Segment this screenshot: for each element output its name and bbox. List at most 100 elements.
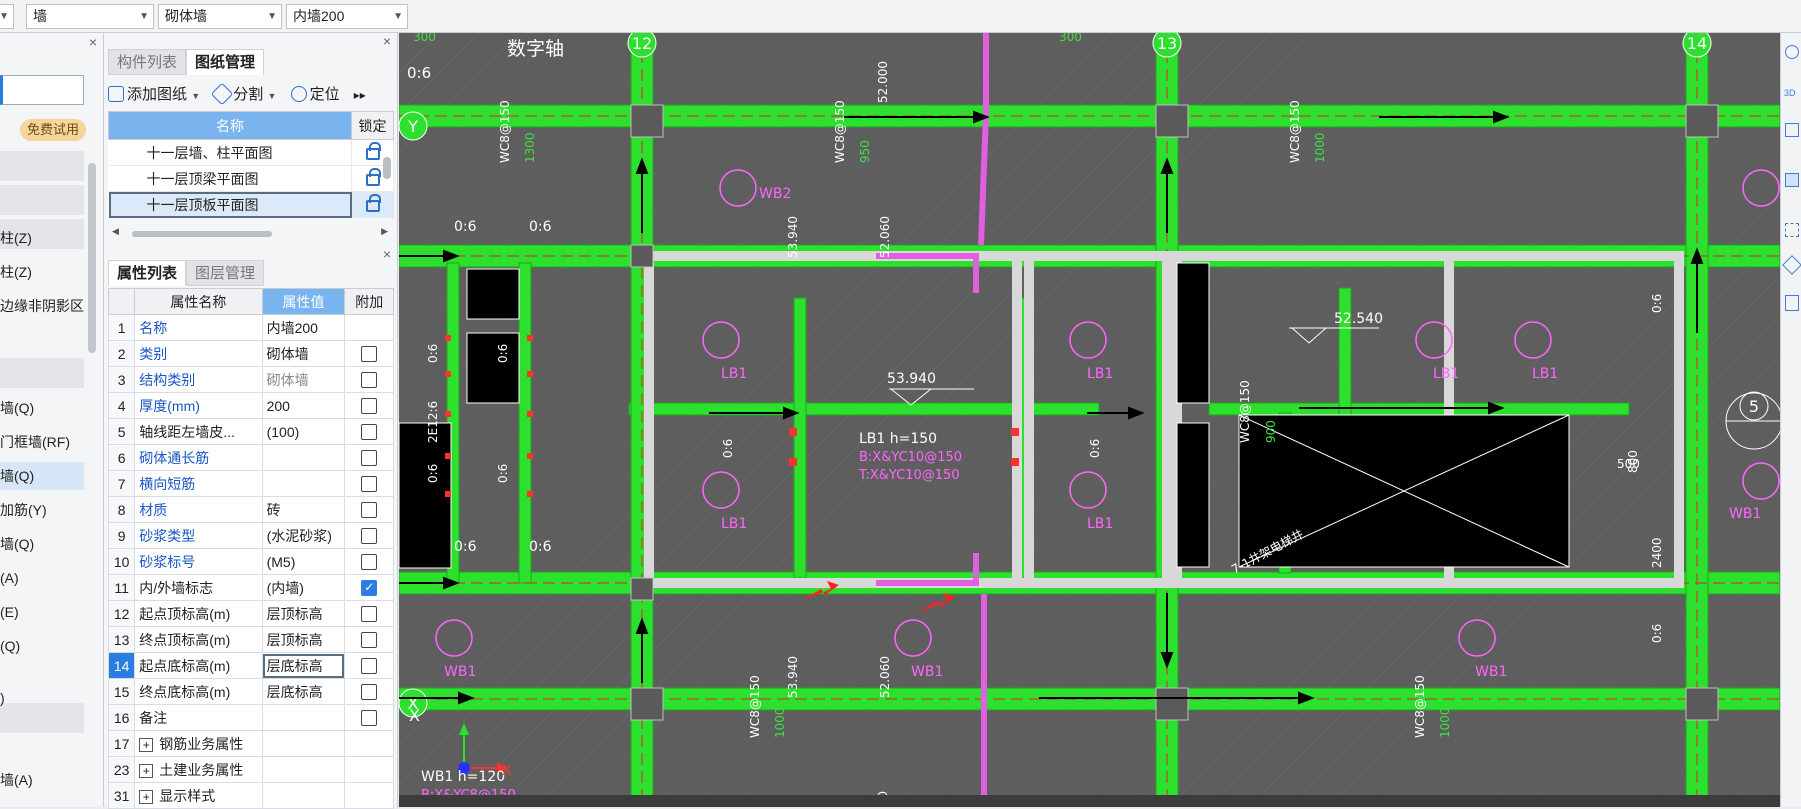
property-extra[interactable] <box>344 314 394 341</box>
property-value[interactable]: (内墙) <box>261 574 346 601</box>
property-value[interactable]: 砌体墙 <box>261 366 346 393</box>
lock-toggle[interactable] <box>351 191 394 218</box>
property-row[interactable]: 7 横向短筋 <box>107 470 394 497</box>
property-value[interactable] <box>261 444 346 471</box>
property-row[interactable]: 12 起点顶标高(m) 层顶标高 <box>107 600 394 627</box>
property-value[interactable]: (100) <box>261 418 346 445</box>
tab-drawing-management[interactable]: 图纸管理 <box>186 49 265 75</box>
checkbox[interactable] <box>361 502 378 519</box>
property-row[interactable]: 15 终点底标高(m) 层底标高 <box>107 678 394 705</box>
tree-item[interactable]: 门框墙(RF) <box>0 428 84 456</box>
select-box-icon[interactable] <box>1785 223 1799 237</box>
checkbox[interactable] <box>361 710 378 727</box>
property-row[interactable]: 9 砂浆类型 (水泥砂浆) <box>107 522 394 549</box>
tree-item[interactable]: 加筋(Y) <box>0 496 84 524</box>
property-value[interactable] <box>261 704 346 731</box>
tree-item[interactable]: 柱(Z) <box>0 224 84 252</box>
property-extra[interactable] <box>344 470 394 497</box>
property-value[interactable]: (水泥砂浆) <box>261 522 346 549</box>
property-value[interactable]: 砌体墙 <box>261 340 346 367</box>
property-extra[interactable] <box>344 340 394 367</box>
tree-item[interactable]: 边缘非阴影区 <box>0 292 84 320</box>
checkbox[interactable] <box>361 476 378 493</box>
tree-item[interactable]: 墙(Q) <box>0 530 84 558</box>
property-extra[interactable] <box>344 522 394 549</box>
expand-icon[interactable]: + <box>139 789 154 804</box>
floor-plan-drawing[interactable]: 12 13 14YX5数字轴 0:6300 300WB2LB1 LB1 LB1 … <box>399 33 1780 807</box>
view-3d-icon[interactable]: 3D <box>1784 88 1796 98</box>
property-value[interactable] <box>261 470 346 497</box>
property-row[interactable]: 1 名称 内墙200 <box>107 314 394 341</box>
property-extra[interactable] <box>344 392 394 419</box>
tree-group-header[interactable] <box>0 185 84 215</box>
hscroll-thumb[interactable] <box>132 231 272 237</box>
close-icon[interactable]: × <box>89 34 97 50</box>
property-row[interactable]: 2 类别 砌体墙 <box>107 340 394 367</box>
property-value[interactable]: 200 <box>261 392 346 419</box>
cube-icon[interactable] <box>1785 123 1799 137</box>
tree-group-header[interactable] <box>0 151 84 181</box>
drawing-row[interactable]: 十一层墙、柱平面图 <box>108 139 394 166</box>
property-row[interactable]: 3 结构类别 砌体墙 <box>107 366 394 393</box>
checkbox[interactable] <box>361 372 378 389</box>
checkbox[interactable] <box>361 424 378 441</box>
drawing-row[interactable]: 十一层顶板平面图 <box>108 191 394 218</box>
property-value[interactable] <box>261 782 346 809</box>
property-extra[interactable] <box>344 730 394 757</box>
property-row[interactable]: 8 材质 砖 <box>107 496 394 523</box>
property-extra[interactable] <box>344 756 394 783</box>
free-trial-badge[interactable]: 免费试用 <box>20 119 86 141</box>
column-header-name[interactable]: 名称 <box>108 111 352 140</box>
checkbox[interactable] <box>361 398 378 415</box>
drawing-table-hscroll[interactable]: ◀ ▶ <box>112 226 388 239</box>
component-name-dropdown[interactable]: 内墙200 ▼ <box>286 4 408 29</box>
property-value[interactable]: 层顶标高 <box>261 600 346 627</box>
property-row[interactable]: 11 内/外墙标志 (内墙) ✓ <box>107 574 394 601</box>
drawing-table-scrollbar[interactable] <box>383 157 391 179</box>
property-extra[interactable] <box>344 496 394 523</box>
drawing-name[interactable]: 十一层墙、柱平面图 <box>108 139 352 166</box>
property-extra[interactable] <box>344 600 394 627</box>
property-row[interactable]: 10 砂浆标号 (M5) <box>107 548 394 575</box>
checkbox[interactable] <box>361 606 378 623</box>
property-extra[interactable] <box>344 418 394 445</box>
checkbox[interactable] <box>361 528 378 545</box>
property-row[interactable]: 16 备注 <box>107 704 394 731</box>
property-extra[interactable]: ✓ <box>344 574 394 601</box>
property-value[interactable]: 层底标高 <box>261 652 346 679</box>
checkbox[interactable] <box>361 658 378 675</box>
property-value[interactable]: 内墙200 <box>261 314 346 341</box>
column-header-lock[interactable]: 锁定 <box>351 111 394 140</box>
list-icon[interactable] <box>1785 295 1799 311</box>
tree-group-header[interactable] <box>0 358 84 388</box>
rotate-icon[interactable] <box>1785 45 1799 59</box>
property-value[interactable]: 砖 <box>261 496 346 523</box>
tree-item[interactable]: ) <box>0 684 84 712</box>
scroll-left-icon[interactable]: ◀ <box>112 226 119 237</box>
property-extra[interactable] <box>344 704 394 731</box>
tree-item[interactable]: (E) <box>0 598 84 626</box>
tree-item[interactable]: 柱(Z) <box>0 258 84 286</box>
property-extra[interactable] <box>344 444 394 471</box>
layer-icon[interactable] <box>1782 255 1801 275</box>
property-value[interactable]: (M5) <box>261 548 346 575</box>
property-extra[interactable] <box>344 626 394 653</box>
checkbox[interactable]: ✓ <box>361 580 378 597</box>
drawing-name[interactable]: 十一层顶板平面图 <box>108 191 352 218</box>
property-row[interactable]: 31 + 显示样式 <box>107 782 394 809</box>
floor-dropdown[interactable]: ▼ <box>0 4 14 29</box>
checkbox[interactable] <box>361 346 378 363</box>
tree-item[interactable]: (Q) <box>0 632 84 660</box>
drawing-name[interactable]: 十一层顶梁平面图 <box>108 165 352 192</box>
tree-scrollbar[interactable] <box>88 163 96 353</box>
checkbox[interactable] <box>361 684 378 701</box>
property-value[interactable] <box>261 756 346 783</box>
property-value[interactable] <box>261 730 346 757</box>
checkbox[interactable] <box>361 554 378 571</box>
tree-item[interactable]: 墙(A) <box>0 766 84 794</box>
tab-layer-management[interactable]: 图层管理 <box>186 260 265 286</box>
tree-item[interactable]: (A) <box>0 564 84 592</box>
property-row[interactable]: 4 厚度(mm) 200 <box>107 392 394 419</box>
tab-property-list[interactable]: 属性列表 <box>108 260 187 286</box>
expand-icon[interactable]: + <box>139 737 154 752</box>
